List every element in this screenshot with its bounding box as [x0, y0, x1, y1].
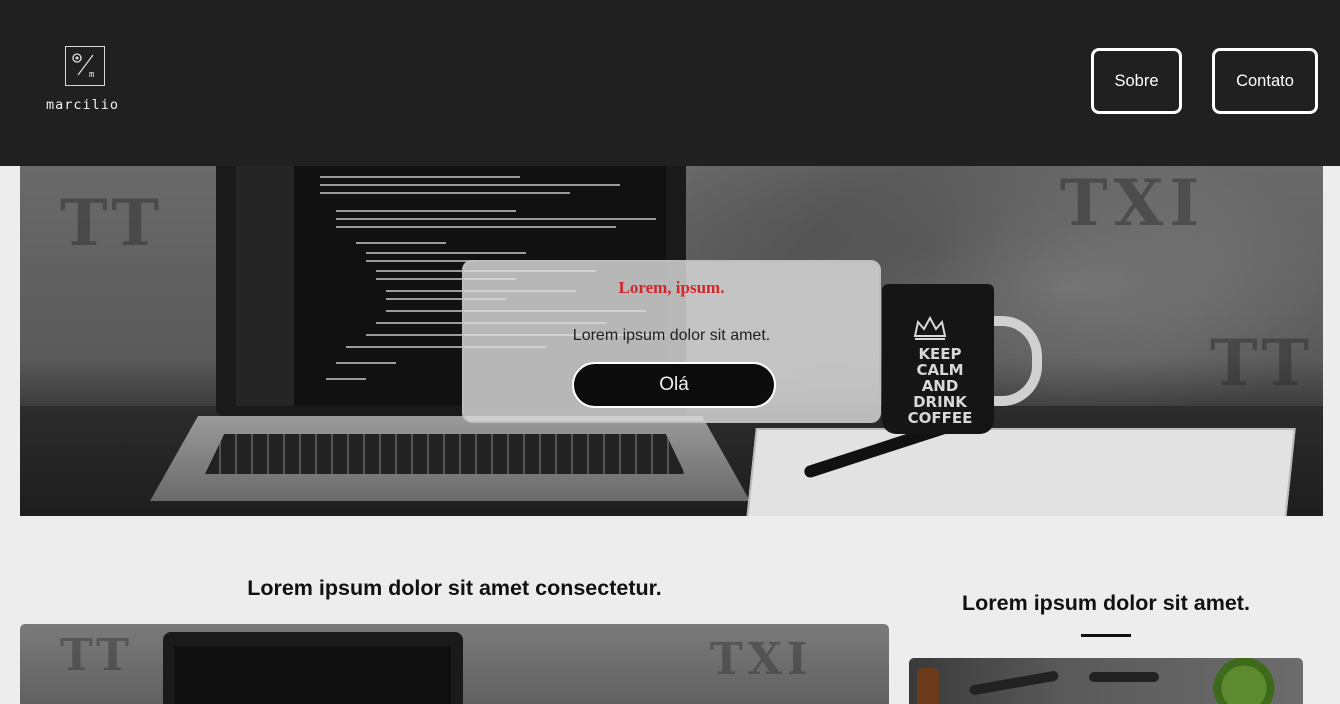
wall-carving-decoration: TT: [1210, 326, 1315, 401]
wall-carving-decoration: TXI: [710, 634, 813, 685]
nav-sobre-button[interactable]: Sobre: [1091, 48, 1182, 114]
code-line: [356, 242, 446, 244]
logo-mark-icon: m: [65, 46, 105, 86]
wall-carving-decoration: TT: [60, 186, 165, 261]
title-underline: [1081, 634, 1131, 637]
left-section-title: Lorem ipsum dolor sit amet consectetur.: [247, 576, 662, 600]
laptop-keyboard: [205, 434, 685, 474]
ola-button[interactable]: Olá: [572, 362, 776, 408]
code-editor-screen: [175, 646, 451, 704]
tool: [968, 670, 1060, 696]
right-section-title: Lorem ipsum dolor sit amet.: [962, 591, 1250, 615]
code-line: [366, 260, 476, 262]
hero-card: Lorem, ipsum. Lorem ipsum dolor sit amet…: [462, 260, 881, 423]
code-line: [336, 362, 396, 364]
wall-carving-decoration: TXI: [1060, 166, 1206, 241]
potted-plant: [1209, 658, 1279, 704]
code-line: [336, 210, 516, 212]
card-title: Lorem, ipsum.: [618, 278, 725, 297]
bottle: [917, 668, 939, 704]
mug-slogan: KEEP CALM AND DRINK COFFEE: [907, 345, 973, 427]
editor-sidebar: [236, 166, 294, 406]
code-line: [336, 218, 656, 220]
code-line: [320, 176, 520, 178]
laptop-illustration: [163, 632, 463, 704]
wall-carving-decoration: TT: [60, 630, 134, 681]
code-line: [366, 252, 526, 254]
code-line: [320, 184, 620, 186]
site-logo[interactable]: m marcilio: [46, 46, 126, 116]
tool: [1089, 672, 1159, 682]
site-header: m marcilio Sobre Contato: [0, 0, 1340, 166]
code-line: [336, 226, 616, 228]
left-article-image[interactable]: TT TXI: [20, 624, 889, 704]
code-line: [320, 192, 570, 194]
card-text: Lorem ipsum dolor sit amet.: [572, 327, 771, 344]
crown-icon: [913, 315, 947, 340]
logo-text: marcilio: [46, 97, 120, 113]
nav-contato-button[interactable]: Contato: [1212, 48, 1318, 114]
code-line: [326, 378, 366, 380]
svg-text:m: m: [89, 70, 94, 80]
right-article-image[interactable]: [909, 658, 1303, 704]
